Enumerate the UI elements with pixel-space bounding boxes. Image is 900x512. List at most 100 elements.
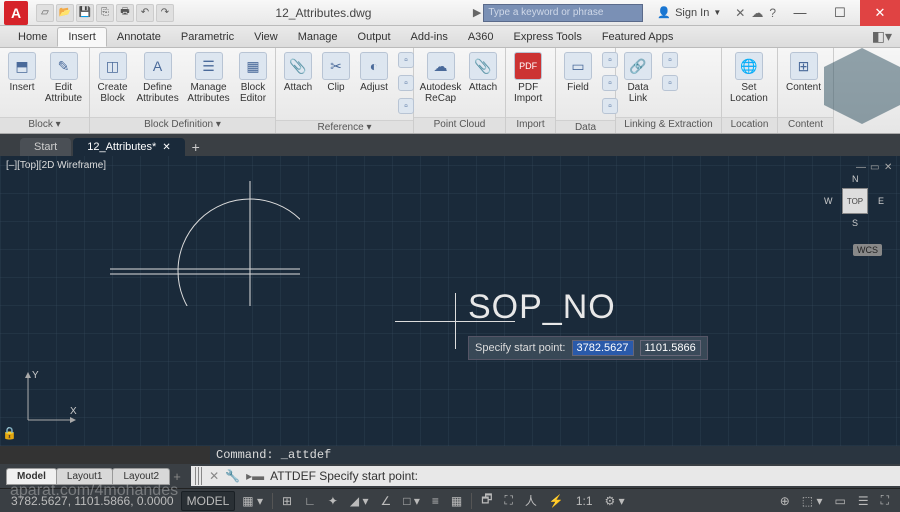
signin-button[interactable]: 👤Sign In▼ bbox=[651, 4, 727, 22]
nav-lock-icon[interactable]: 🔒 bbox=[2, 426, 17, 440]
polar-toggle-icon[interactable]: ✦ bbox=[323, 491, 343, 511]
annoscale-icon[interactable]: ⛶ bbox=[499, 491, 517, 511]
viewcube[interactable]: N S W E TOP bbox=[830, 176, 880, 226]
viewcube-s[interactable]: S bbox=[852, 218, 858, 228]
create-block-button[interactable]: ◫Create Block bbox=[94, 50, 131, 106]
osnap-toggle-icon[interactable]: ∠ bbox=[375, 491, 396, 511]
qat-redo-icon[interactable]: ↷ bbox=[156, 4, 174, 22]
ribbon-options-icon[interactable]: ◧▾ bbox=[872, 28, 892, 45]
vp-close-icon[interactable]: ✕ bbox=[884, 162, 894, 172]
panel-block-definition: ◫Create Block ADefine Attributes ☰Manage… bbox=[90, 48, 276, 133]
scale-list[interactable]: 1:1 bbox=[571, 491, 598, 511]
maximize-button[interactable]: ☐ bbox=[820, 0, 860, 26]
close-button[interactable]: ✕ bbox=[860, 0, 900, 26]
add-tab-button[interactable]: + bbox=[187, 138, 205, 156]
manage-attr-icon: ☰ bbox=[195, 52, 223, 80]
annovis-icon[interactable]: 人 bbox=[520, 491, 542, 511]
modelspace-toggle[interactable]: MODEL bbox=[181, 491, 236, 511]
command-line[interactable]: ✕ 🔧 ▸▬ ATTDEF Specify start point: bbox=[191, 466, 900, 486]
tab-manage[interactable]: Manage bbox=[288, 28, 348, 46]
datalink-button[interactable]: 🔗Data Link bbox=[620, 50, 656, 106]
content-button[interactable]: ⊞Content bbox=[782, 50, 825, 95]
annomon-icon[interactable]: ⊕ bbox=[775, 491, 795, 511]
exchange-icon[interactable]: ✕ bbox=[735, 6, 745, 20]
snap-toggle-icon[interactable]: ⊞ bbox=[277, 491, 297, 511]
qat-open-icon[interactable]: 📂 bbox=[56, 4, 74, 22]
stayconnected-icon[interactable]: ☁ bbox=[751, 6, 763, 20]
adjust-button[interactable]: ◐Adjust bbox=[356, 50, 392, 95]
recap-button[interactable]: ☁Autodesk ReCap bbox=[418, 50, 463, 106]
qat-saveas-icon[interactable]: ⎘ bbox=[96, 4, 114, 22]
edit-attribute-button[interactable]: ✎Edit Attribute bbox=[42, 50, 85, 106]
ws-switch-icon[interactable]: ⚙ ▾ bbox=[600, 491, 630, 511]
pdf-import-button[interactable]: PDFPDF Import bbox=[510, 50, 546, 106]
ortho-toggle-icon[interactable]: ∟ bbox=[299, 491, 321, 511]
tab-home[interactable]: Home bbox=[8, 28, 57, 46]
units-icon[interactable]: ⬚ ▾ bbox=[797, 491, 828, 511]
tab-featuredapps[interactable]: Featured Apps bbox=[592, 28, 684, 46]
grid-toggle-icon[interactable]: ▦ ▾ bbox=[237, 491, 268, 511]
block-editor-button[interactable]: ▦Block Editor bbox=[235, 50, 271, 106]
quickprops-icon[interactable]: ▭ bbox=[829, 491, 850, 511]
annoauto-icon[interactable]: ⚡ bbox=[544, 491, 569, 511]
viewcube-e[interactable]: E bbox=[878, 196, 884, 206]
panel-label[interactable]: Block Definition ▾ bbox=[90, 117, 275, 133]
cmdline-close-icon[interactable]: ✕ bbox=[209, 469, 219, 483]
pc-attach-button[interactable]: 📎Attach bbox=[465, 50, 501, 95]
drawing-viewport[interactable]: [–][Top][2D Wireframe] — ▭ ✕ SOP_NO Spec… bbox=[0, 156, 900, 446]
viewcube-w[interactable]: W bbox=[824, 196, 833, 206]
iso-toggle-icon[interactable]: ◢ ▾ bbox=[345, 491, 374, 511]
filetab-drawing[interactable]: 12_Attributes*✕ bbox=[73, 138, 185, 156]
help-icon[interactable]: ? bbox=[769, 6, 776, 20]
ribbon: ⬒Insert ✎Edit Attribute Block ▾ ◫Create … bbox=[0, 48, 900, 134]
cmdline-options-icon[interactable]: 🔧 bbox=[225, 469, 240, 483]
minimize-button[interactable]: — bbox=[780, 0, 820, 26]
drawing-canvas[interactable] bbox=[0, 156, 300, 306]
tooltip-x-value[interactable]: 3782.5627 bbox=[572, 340, 634, 356]
attach-button[interactable]: 📎Attach bbox=[280, 50, 316, 95]
tab-parametric[interactable]: Parametric bbox=[171, 28, 244, 46]
close-tab-icon[interactable]: ✕ bbox=[162, 142, 170, 153]
attach-icon: 📎 bbox=[469, 52, 497, 80]
wcs-badge[interactable]: WCS bbox=[853, 244, 882, 256]
tooltip-y-value[interactable]: 1101.5866 bbox=[640, 340, 701, 356]
link-s1[interactable]: ▫ bbox=[658, 50, 682, 72]
vp-restore-icon[interactable]: ▭ bbox=[870, 162, 880, 172]
panel-label[interactable]: Block ▾ bbox=[0, 117, 89, 133]
define-attributes-button[interactable]: ADefine Attributes bbox=[133, 50, 182, 106]
link-s2[interactable]: ▫ bbox=[658, 73, 682, 95]
panel-data: ▭Field ▫▫▫ Data bbox=[556, 48, 616, 133]
help-search-input[interactable]: Type a keyword or phrase bbox=[483, 4, 643, 22]
search-arrow-icon[interactable]: ▶ bbox=[473, 6, 481, 19]
tab-annotate[interactable]: Annotate bbox=[107, 28, 171, 46]
lineweight-toggle-icon[interactable]: ≡ bbox=[427, 491, 444, 511]
tab-insert[interactable]: Insert bbox=[57, 27, 107, 47]
tab-view[interactable]: View bbox=[244, 28, 288, 46]
tab-a360[interactable]: A360 bbox=[458, 28, 504, 46]
tab-expresstools[interactable]: Express Tools bbox=[504, 28, 592, 46]
tab-output[interactable]: Output bbox=[348, 28, 401, 46]
filetab-start[interactable]: Start bbox=[20, 138, 71, 156]
panel-block: ⬒Insert ✎Edit Attribute Block ▾ bbox=[0, 48, 90, 133]
transparency-toggle-icon[interactable]: ▦ bbox=[446, 491, 467, 511]
tab-addins[interactable]: Add-ins bbox=[401, 28, 458, 46]
qat-undo-icon[interactable]: ↶ bbox=[136, 4, 154, 22]
manage-attributes-button[interactable]: ☰Manage Attributes bbox=[184, 50, 233, 106]
otrack-toggle-icon[interactable]: □ ▾ bbox=[398, 491, 425, 511]
app-menu-icon[interactable]: A bbox=[4, 1, 28, 25]
vp-minimize-icon[interactable]: — bbox=[856, 162, 866, 172]
qat-new-icon[interactable]: ▱ bbox=[36, 4, 54, 22]
cycle-toggle-icon[interactable]: 🗗 bbox=[476, 491, 497, 511]
viewcube-n[interactable]: N bbox=[852, 174, 859, 184]
custom-icon[interactable]: ☰ bbox=[853, 491, 874, 511]
set-location-button[interactable]: 🌐Set Location bbox=[726, 50, 772, 106]
panel-label[interactable]: Reference ▾ bbox=[276, 120, 413, 134]
field-button[interactable]: ▭Field bbox=[560, 50, 596, 95]
qat-save-icon[interactable]: 💾 bbox=[76, 4, 94, 22]
qat-plot-icon[interactable]: 🖶 bbox=[116, 4, 134, 22]
clip-button[interactable]: ✂Clip bbox=[318, 50, 354, 95]
cmdline-grip-icon[interactable] bbox=[195, 467, 203, 485]
insert-block-button[interactable]: ⬒Insert bbox=[4, 50, 40, 95]
cleanscreen-icon[interactable]: ⛶ bbox=[876, 491, 894, 511]
viewcube-top[interactable]: TOP bbox=[842, 188, 868, 214]
